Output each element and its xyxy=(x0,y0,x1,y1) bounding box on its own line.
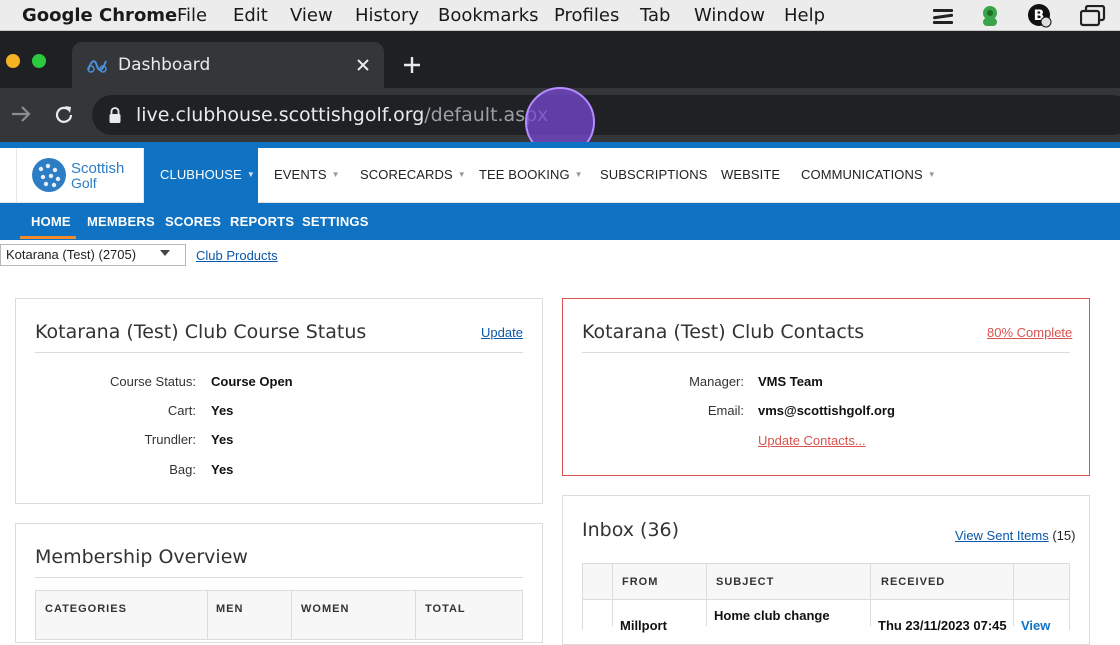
subnav-home[interactable]: HOME xyxy=(31,214,71,229)
chevron-down-icon: ▼ xyxy=(457,170,466,179)
sent-items: View Sent Items (15) xyxy=(955,528,1075,543)
column-header-categories[interactable]: CATEGORIES xyxy=(45,603,127,615)
menu-view[interactable]: View xyxy=(290,5,333,26)
contacts-complete-link[interactable]: 80% Complete xyxy=(987,325,1072,340)
membership-table xyxy=(35,590,523,640)
column-header-total[interactable]: TOTAL xyxy=(425,603,466,615)
new-tab-icon[interactable] xyxy=(402,55,422,75)
membership-overview-title: Membership Overview xyxy=(35,546,248,568)
course-status-value: Course Open xyxy=(211,374,293,389)
tab-favicon-icon xyxy=(87,60,107,73)
bag-value: Yes xyxy=(211,462,234,477)
forward-arrow-icon[interactable] xyxy=(10,104,32,124)
course-status-title: Kotarana (Test) Club Course Status xyxy=(35,321,367,343)
topnav-scorecards-label: SCORECARDS xyxy=(360,167,453,182)
chevron-down-icon: ▼ xyxy=(574,170,583,179)
window-minimize-button[interactable] xyxy=(6,54,20,68)
course-status-update-link[interactable]: Update xyxy=(481,325,523,340)
topnav-subscriptions[interactable]: SUBSCRIPTIONS xyxy=(600,167,707,182)
menu-window[interactable]: Window xyxy=(694,5,765,26)
topnav-website[interactable]: WEBSITE xyxy=(721,167,780,182)
subnav-settings[interactable]: SETTINGS xyxy=(302,214,369,229)
macos-menu-bar: Google Chrome File Edit View History Boo… xyxy=(0,0,1120,31)
email-label: Email: xyxy=(707,403,744,418)
topnav-tee-booking-label: TEE BOOKING xyxy=(479,167,570,182)
topnav-clubhouse-label: CLUBHOUSE xyxy=(160,167,242,182)
chevron-down-icon: ▼ xyxy=(927,170,936,179)
dropdown-arrow-icon xyxy=(160,250,170,256)
menu-bookmarks[interactable]: Bookmarks xyxy=(438,5,539,26)
menu-profiles[interactable]: Profiles xyxy=(554,5,619,26)
menu-edit[interactable]: Edit xyxy=(233,5,268,26)
subnav-members[interactable]: MEMBERS xyxy=(87,214,155,229)
update-contacts-link[interactable]: Update Contacts... xyxy=(758,433,866,448)
topnav-communications[interactable]: COMMUNICATIONS ▼ xyxy=(801,167,936,182)
sent-items-count: (15) xyxy=(1052,528,1076,543)
subnav-scores[interactable]: SCORES xyxy=(165,214,221,229)
cart-label: Cart: xyxy=(167,403,196,418)
trundler-label: Trundler: xyxy=(144,432,196,447)
extension-badge-icon[interactable]: B xyxy=(1027,3,1053,29)
divider xyxy=(582,352,1070,353)
subnav-active-indicator xyxy=(20,236,76,239)
stack-icon[interactable] xyxy=(932,6,954,26)
club-contacts-title: Kotarana (Test) Club Contacts xyxy=(582,321,865,343)
column-divider xyxy=(415,590,416,640)
logo-line-2: Golf xyxy=(71,175,97,191)
url-domain: live.clubhouse.scottishgolf.org xyxy=(136,104,425,126)
subnav-reports[interactable]: REPORTS xyxy=(230,214,294,229)
divider xyxy=(35,577,523,578)
close-tab-icon[interactable] xyxy=(356,58,370,72)
window-zoom-button[interactable] xyxy=(32,54,46,68)
club-select-value: Kotarana (Test) (2705) xyxy=(6,247,137,262)
bag-label: Bag: xyxy=(169,462,196,477)
menu-app-name[interactable]: Google Chrome xyxy=(22,5,177,26)
tab-title: Dashboard xyxy=(118,55,211,75)
topnav-scorecards[interactable]: SCORECARDS ▼ xyxy=(360,167,466,182)
golf-ball-icon xyxy=(32,158,66,192)
manager-value: VMS Team xyxy=(758,374,823,389)
column-header-from[interactable]: FROM xyxy=(622,576,658,588)
view-sent-items-link[interactable]: View Sent Items xyxy=(955,528,1049,543)
column-header-subject[interactable]: SUBJECT xyxy=(716,576,774,588)
chevron-down-icon: ▼ xyxy=(331,170,340,179)
screen-mirror-icon[interactable] xyxy=(1080,5,1106,27)
topnav-communications-label: COMMUNICATIONS xyxy=(801,167,923,182)
topnav-events[interactable]: EVENTS ▼ xyxy=(274,167,340,182)
column-header-men[interactable]: MEN xyxy=(216,603,243,615)
trundler-value: Yes xyxy=(211,432,234,447)
topnav-clubhouse[interactable]: CLUBHOUSE ▼ xyxy=(160,167,255,182)
inbox-title: Inbox (36) xyxy=(582,519,680,541)
course-status-label: Course Status: xyxy=(110,374,196,389)
lock-icon[interactable] xyxy=(108,106,122,124)
menu-history[interactable]: History xyxy=(355,5,419,26)
menu-help[interactable]: Help xyxy=(784,5,825,26)
manager-label: Manager: xyxy=(689,374,744,389)
column-header-women[interactable]: WOMEN xyxy=(301,603,349,615)
message-subject: Home club change xyxy=(714,608,830,623)
scottish-golf-logo[interactable]: Scottish Golf xyxy=(16,148,144,203)
cart-value: Yes xyxy=(211,403,234,418)
menu-file[interactable]: File xyxy=(177,5,207,26)
divider xyxy=(35,352,523,353)
column-header-received[interactable]: RECEIVED xyxy=(881,576,945,588)
chevron-down-icon: ▼ xyxy=(246,170,255,179)
club-products-link[interactable]: Club Products xyxy=(196,248,278,263)
reload-icon[interactable] xyxy=(53,104,75,126)
menu-tab[interactable]: Tab xyxy=(640,5,670,26)
topnav-tee-booking[interactable]: TEE BOOKING ▼ xyxy=(479,167,583,182)
email-value: vms@scottishgolf.org xyxy=(758,403,895,418)
column-divider xyxy=(207,590,208,640)
url-text[interactable]: live.clubhouse.scottishgolf.org/default.… xyxy=(136,104,548,126)
topnav-events-label: EVENTS xyxy=(274,167,327,182)
column-divider xyxy=(291,590,292,640)
avatar-status-icon[interactable] xyxy=(978,3,1002,27)
